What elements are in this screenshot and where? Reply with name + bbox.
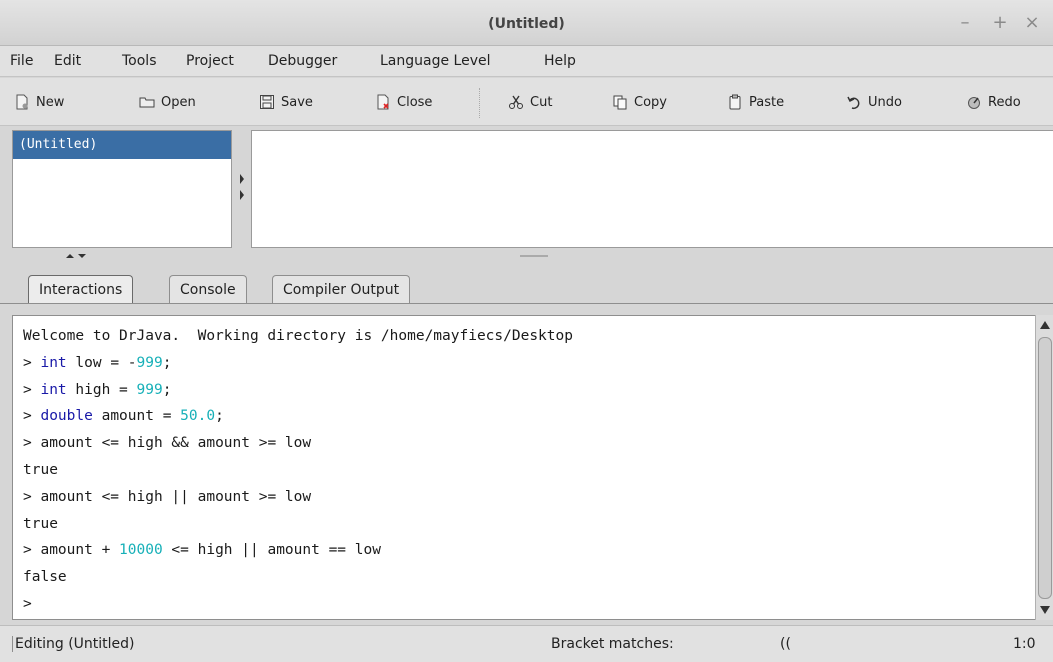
toolbar: New Open Save Close Cut Copy Paste Undo … <box>0 78 1053 126</box>
menu-bar: File Edit Tools Project Debugger Languag… <box>0 46 1053 77</box>
status-bar: Editing (Untitled) Bracket matches: (( 1… <box>0 625 1053 662</box>
paste-button[interactable]: Paste <box>727 88 784 116</box>
editing-status: Editing (Untitled) <box>12 636 135 652</box>
prompt: > <box>23 542 32 559</box>
undo-button[interactable]: Undo <box>846 88 902 116</box>
scrollbar-thumb[interactable] <box>1038 337 1052 599</box>
welcome-line: Welcome to DrJava. Working directory is … <box>23 328 573 344</box>
prompt: > <box>23 435 32 452</box>
open-folder-icon <box>139 97 155 108</box>
close-file-icon <box>377 94 389 110</box>
code-text: low = - <box>75 354 137 371</box>
tab-interactions[interactable]: Interactions <box>28 275 134 304</box>
copy-button[interactable]: Copy <box>612 88 667 116</box>
bracket-matches-label: Bracket matches: <box>551 636 674 652</box>
copy-label: Copy <box>634 94 667 110</box>
code-text: amount <= high && amount >= low <box>40 435 312 452</box>
prompt: > <box>23 354 32 371</box>
redo-button[interactable]: Redo <box>966 88 1021 116</box>
open-label: Open <box>161 94 196 110</box>
code-text: ; <box>162 381 172 398</box>
keyword: double <box>40 408 93 425</box>
code-text: high = <box>75 381 137 398</box>
number-literal: 999 <box>136 354 163 371</box>
document-list: (Untitled) <box>12 130 232 248</box>
code-text: ; <box>215 408 224 425</box>
menu-file[interactable]: File <box>10 53 33 69</box>
vertical-scrollbar[interactable] <box>1035 315 1053 620</box>
save-button[interactable]: Save <box>259 88 313 116</box>
copy-icon <box>613 95 627 110</box>
save-label: Save <box>281 94 313 110</box>
window-title: (Untitled) <box>488 16 565 32</box>
clipboard-icon <box>729 94 741 110</box>
redo-label: Redo <box>988 94 1021 110</box>
menu-debugger[interactable]: Debugger <box>268 53 337 69</box>
interactions-pane[interactable]: Welcome to DrJava. Working directory is … <box>12 315 1040 620</box>
horizontal-splitter[interactable] <box>0 248 1053 266</box>
scissors-icon <box>509 95 523 109</box>
save-disk-icon <box>260 95 274 109</box>
interactions-text: Welcome to DrJava. Working directory is … <box>23 323 573 618</box>
undo-label: Undo <box>868 94 902 110</box>
number-literal: 50.0 <box>180 408 216 425</box>
keyword: int <box>40 381 67 398</box>
new-button[interactable]: New <box>14 88 64 116</box>
open-button[interactable]: Open <box>139 88 196 116</box>
cut-button[interactable]: Cut <box>508 88 552 116</box>
title-bar: (Untitled) – + × <box>0 0 1053 46</box>
undo-icon <box>847 96 860 110</box>
maximize-button[interactable]: + <box>990 12 1010 33</box>
bracket-matches-value: (( <box>780 636 791 652</box>
new-file-icon <box>16 94 28 110</box>
menu-help[interactable]: Help <box>544 53 576 69</box>
tab-console[interactable]: Console <box>169 275 247 304</box>
redo-icon <box>968 97 980 109</box>
splitter-arrows-icon <box>240 174 244 200</box>
prompt: > <box>23 381 32 398</box>
paste-label: Paste <box>749 94 785 110</box>
menu-language-level[interactable]: Language Level <box>380 53 491 69</box>
keyword: int <box>40 354 67 371</box>
prompt: > <box>23 408 32 425</box>
number-literal: 10000 <box>119 542 163 559</box>
code-text: amount <= high || amount >= low <box>40 488 312 505</box>
new-label: New <box>36 94 65 110</box>
code-text: amount + <box>40 542 120 559</box>
toolbar-separator <box>479 88 480 118</box>
close-button[interactable]: Close <box>375 88 432 116</box>
document-item-untitled[interactable]: (Untitled) <box>13 131 231 159</box>
output-line: false <box>23 569 67 586</box>
tab-divider <box>0 303 1053 304</box>
code-text: amount = <box>101 408 181 425</box>
minimize-button[interactable]: – <box>955 12 975 33</box>
number-literal: 999 <box>136 381 163 398</box>
tab-compiler-output[interactable]: Compiler Output <box>272 275 411 304</box>
menu-tools[interactable]: Tools <box>122 53 157 69</box>
output-line: true <box>23 515 58 532</box>
prompt: > <box>23 595 32 612</box>
menu-edit[interactable]: Edit <box>54 53 81 69</box>
code-text: <= high || amount == low <box>162 542 381 559</box>
close-label: Close <box>397 94 433 110</box>
prompt: > <box>23 488 32 505</box>
menu-project[interactable]: Project <box>186 53 234 69</box>
output-line: true <box>23 461 58 478</box>
cut-label: Cut <box>530 94 553 110</box>
code-text: ; <box>162 354 172 371</box>
cursor-position: 1:0 <box>1013 636 1036 652</box>
vertical-splitter[interactable] <box>234 130 250 248</box>
close-window-button[interactable]: × <box>1022 12 1042 33</box>
bottom-tabs: Interactions Console Compiler Output <box>0 266 1053 304</box>
definitions-editor[interactable] <box>251 130 1053 248</box>
splitter-handle-icon <box>66 254 548 258</box>
